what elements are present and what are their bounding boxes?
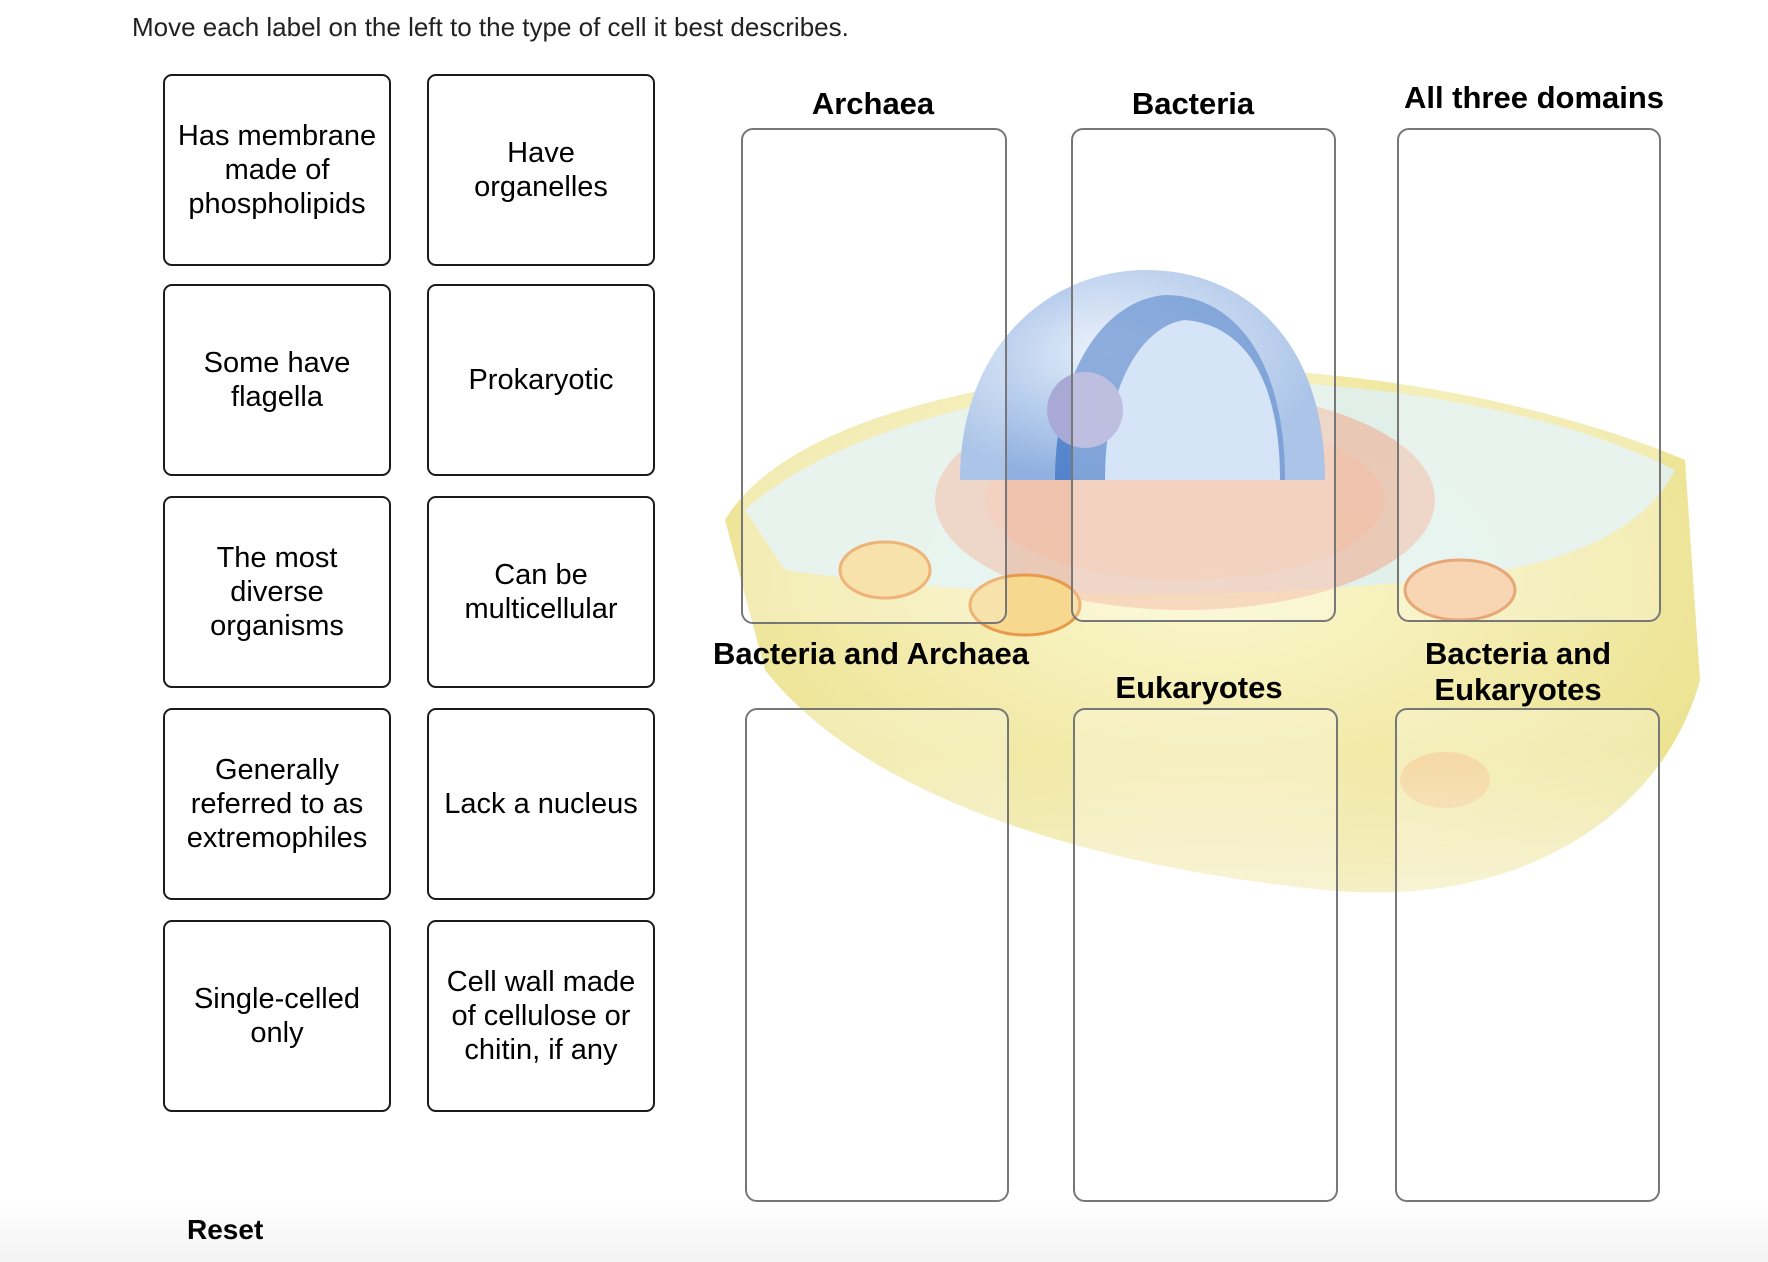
- target-heading-all-three: All three domains: [1403, 80, 1665, 115]
- label-card-single-celled[interactable]: Single-celled only: [163, 920, 391, 1112]
- label-card-flagella[interactable]: Some have flagella: [163, 284, 391, 476]
- drop-zone-bacteria-archaea[interactable]: [745, 708, 1009, 1202]
- drop-zone-bacteria[interactable]: [1071, 128, 1336, 622]
- target-heading-bacteria-eukaryotes: Bacteria and Eukaryotes: [1424, 636, 1612, 707]
- label-card-multicellular[interactable]: Can be multicellular: [427, 496, 655, 688]
- reset-button[interactable]: Reset: [187, 1214, 263, 1246]
- drop-zone-archaea[interactable]: [741, 128, 1007, 624]
- label-card-no-nucleus[interactable]: Lack a nucleus: [427, 708, 655, 900]
- label-card-prokaryotic[interactable]: Prokaryotic: [427, 284, 655, 476]
- drop-zone-bacteria-eukaryotes[interactable]: [1395, 708, 1660, 1202]
- target-heading-bacteria: Bacteria: [1131, 86, 1255, 121]
- target-heading-eukaryotes: Eukaryotes: [1115, 670, 1283, 705]
- target-heading-archaea: Archaea: [811, 86, 935, 121]
- label-card-organelles[interactable]: Have organelles: [427, 74, 655, 266]
- label-card-membrane[interactable]: Has membrane made of phospholipids: [163, 74, 391, 266]
- drop-zone-all-three[interactable]: [1397, 128, 1661, 622]
- label-card-extremophiles[interactable]: Generally referred to as extremophiles: [163, 708, 391, 900]
- instructions: Move each label on the left to the type …: [132, 12, 849, 42]
- label-card-diverse[interactable]: The most diverse organisms: [163, 496, 391, 688]
- label-card-cell-wall[interactable]: Cell wall made of cellulose or chitin, i…: [427, 920, 655, 1112]
- drop-zone-eukaryotes[interactable]: [1073, 708, 1338, 1202]
- target-heading-bacteria-archaea: Bacteria and Archaea: [713, 636, 1029, 671]
